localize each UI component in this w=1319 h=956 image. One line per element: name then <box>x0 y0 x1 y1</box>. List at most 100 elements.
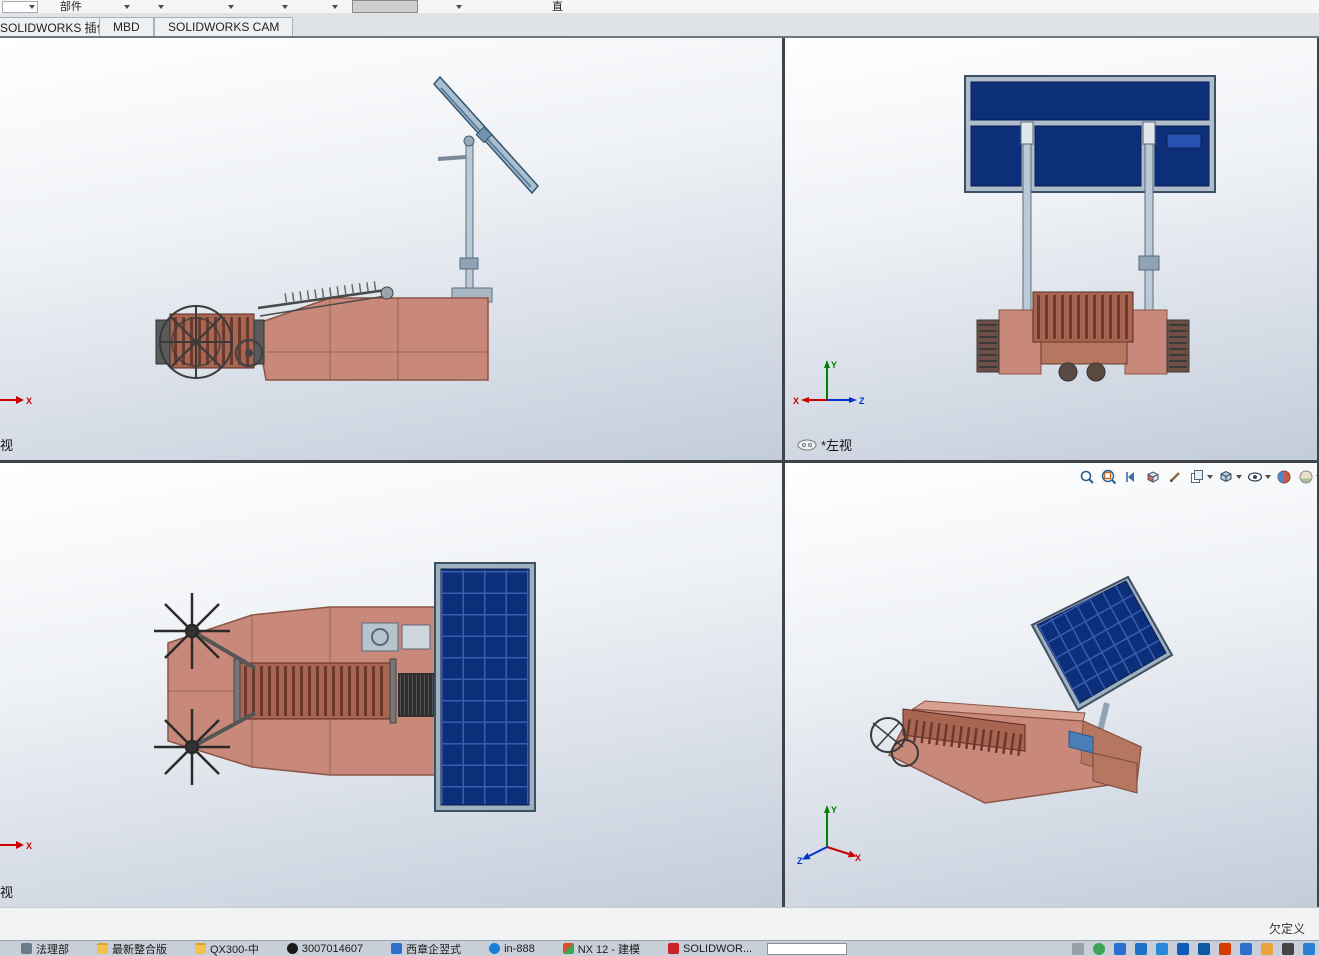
tab-solidworks-cam[interactable]: SOLIDWORKS CAM <box>154 17 294 36</box>
app-icon <box>21 943 32 954</box>
tray-icon[interactable] <box>1156 942 1168 955</box>
taskbar-item-label: SOLIDWOR... <box>683 942 753 955</box>
annotation-icon[interactable] <box>1165 467 1185 487</box>
qq-icon <box>286 943 298 954</box>
previous-view-icon[interactable] <box>1121 467 1141 487</box>
status-bar: 欠定义 <box>0 907 1319 940</box>
display-style-icon[interactable] <box>1216 467 1243 487</box>
tab-label: SOLIDWORKS CAM <box>168 20 280 34</box>
zoom-to-area-icon[interactable] <box>1099 467 1119 487</box>
orientation-triad: X <box>0 841 32 851</box>
tray-icon[interactable] <box>1303 942 1315 955</box>
tray-icon[interactable] <box>1135 942 1147 955</box>
taskbar-item[interactable]: 西章企翌式 <box>378 941 474 956</box>
tray-icon[interactable] <box>1177 942 1189 955</box>
viewport-front-view[interactable]: X 视 <box>0 38 782 460</box>
tab-label: SOLIDWORKS 插件 <box>0 20 109 35</box>
tray-icon[interactable] <box>1240 942 1252 955</box>
axis-z-label: Z <box>859 396 865 406</box>
axis-y-label: Y <box>831 805 837 815</box>
taskbar-item-label: in-888 <box>504 942 535 955</box>
browser-icon <box>489 943 501 954</box>
top-view-drawing <box>154 562 536 812</box>
axis-x-label: X <box>793 396 799 406</box>
dropdown-chevron-icon[interactable] <box>158 5 164 9</box>
dropdown-chevron-icon <box>1316 475 1317 479</box>
windows-taskbar: 法理部 最新整合版 QX300-中 3007014607 西章企翌式 in-88… <box>0 940 1319 956</box>
dropdown-chevron-icon[interactable] <box>124 5 130 9</box>
taskbar-search-input[interactable] <box>767 942 848 955</box>
dropdown-chevron-icon <box>1236 475 1242 479</box>
view-label: 视 <box>0 882 13 901</box>
dropdown-chevron-icon[interactable] <box>456 5 462 9</box>
taskbar-item[interactable]: QX300-中 <box>182 941 272 956</box>
tray-icon[interactable] <box>1072 942 1084 955</box>
dropdown-chevron-icon <box>1265 475 1271 479</box>
solidworks-icon <box>668 943 680 954</box>
annotation-views-icon[interactable] <box>1187 467 1214 487</box>
hide-show-items-icon[interactable] <box>1245 467 1272 487</box>
axis-x-label: X <box>26 841 32 851</box>
view-label: 视 <box>0 435 13 454</box>
edit-appearance-icon[interactable] <box>1274 467 1294 487</box>
tray-icon[interactable] <box>1261 942 1273 955</box>
section-view-icon[interactable] <box>1143 467 1163 487</box>
tray-icon[interactable] <box>1114 942 1126 955</box>
folder-icon <box>195 943 206 954</box>
view-label-text: 视 <box>0 885 14 900</box>
solidworks-window: 部件 直 SOLIDWORKS 插件 MBD SOLIDWORKS CAM X … <box>0 0 1319 956</box>
axis-z-label: Z <box>797 856 803 865</box>
toolbar-glyph-button[interactable]: 直 <box>552 1 563 13</box>
tray-icon[interactable] <box>1219 942 1231 955</box>
system-tray <box>1072 942 1319 955</box>
apply-scene-icon[interactable] <box>1296 467 1317 487</box>
tab-label: MBD <box>113 20 140 34</box>
nx-icon <box>562 943 574 954</box>
orientation-triad: X <box>0 396 32 406</box>
command-toolbar: 部件 直 <box>0 0 1319 14</box>
tab-mbd[interactable]: MBD <box>99 17 154 36</box>
tray-icon[interactable] <box>1198 942 1210 955</box>
toolbar-dropdown[interactable] <box>2 1 38 13</box>
side-view-drawing <box>155 75 539 381</box>
taskbar-item-label: 西章企翌式 <box>406 943 462 956</box>
zoom-to-fit-icon[interactable] <box>1077 467 1097 487</box>
taskbar-item-label: 最新整合版 <box>112 943 167 956</box>
folder-icon <box>97 943 108 954</box>
tray-icon[interactable] <box>1093 942 1105 955</box>
assembly-label: 部件 <box>60 1 82 13</box>
taskbar-item-label: 法理部 <box>36 943 69 956</box>
axis-y-label: Y <box>831 360 837 370</box>
axis-x-label: X <box>855 853 861 863</box>
taskbar-item[interactable]: 最新整合版 <box>84 941 180 956</box>
view-label: *左视 <box>797 435 852 454</box>
taskbar-item-label: 3007014607 <box>301 942 364 955</box>
viewport-top-view[interactable]: X 视 <box>0 463 782 907</box>
taskbar-item-label: QX300-中 <box>210 943 259 956</box>
taskbar-item[interactable]: SOLIDWOR... <box>655 941 765 956</box>
dropdown-chevron-icon[interactable] <box>228 5 234 9</box>
view-indicator-icon <box>797 439 817 450</box>
dropdown-chevron-icon[interactable] <box>332 5 338 9</box>
document-icon <box>391 943 403 954</box>
toolbar-pressed-button[interactable] <box>352 0 418 13</box>
taskbar-item-label: NX 12 - 建模 <box>577 943 641 956</box>
dropdown-chevron-icon[interactable] <box>282 5 288 9</box>
taskbar-item[interactable]: in-888 <box>476 941 548 956</box>
commandmanager-tab-bar: SOLIDWORKS 插件 MBD SOLIDWORKS CAM <box>0 14 1319 38</box>
status-text: 欠定义 <box>1268 922 1305 936</box>
taskbar-item[interactable]: 法理部 <box>8 941 82 956</box>
view-label-text: 视 <box>0 438 14 453</box>
orientation-triad: Y Z X <box>797 805 861 865</box>
axis-x-label: X <box>26 396 32 406</box>
view-heads-up-toolbar <box>1077 467 1317 487</box>
taskbar-item[interactable]: 3007014607 <box>274 941 376 956</box>
orientation-triad: Y X Z <box>793 360 865 406</box>
graphics-area: X 视 Y X Z *左视 X 视 Y Z X <box>0 38 1319 907</box>
viewport-left-view[interactable]: Y X Z *左视 <box>785 38 1317 460</box>
viewport-isometric-view[interactable]: Y Z X <box>785 463 1317 907</box>
dropdown-chevron-icon <box>29 5 35 9</box>
dropdown-chevron-icon <box>1207 475 1213 479</box>
tray-icon[interactable] <box>1282 942 1294 955</box>
taskbar-item[interactable]: NX 12 - 建模 <box>550 941 653 956</box>
